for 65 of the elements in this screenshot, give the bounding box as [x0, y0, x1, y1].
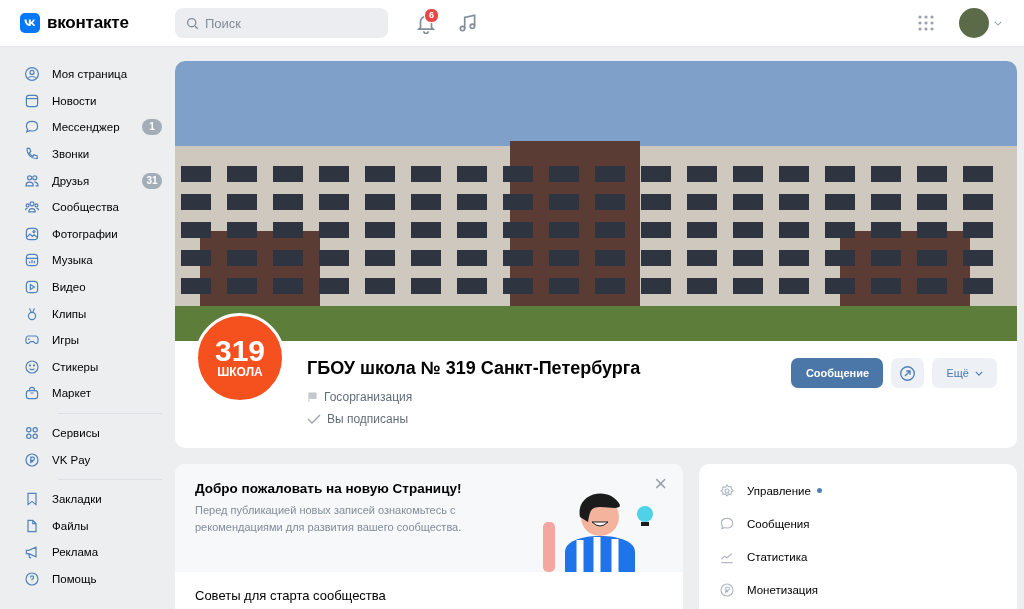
sidebar-item[interactable]: Игры — [20, 326, 166, 354]
message-button[interactable]: Сообщение — [791, 358, 884, 388]
gear-icon — [719, 482, 735, 499]
sidebar-item[interactable]: Помощь — [20, 565, 166, 593]
sidebar-item[interactable]: Моя страница — [20, 61, 166, 88]
share-button[interactable] — [891, 358, 925, 388]
play-icon — [24, 279, 40, 296]
search-field[interactable]: Поиск — [175, 8, 388, 38]
sidebar-item[interactable]: Сервисы — [20, 419, 166, 447]
community-name: ГБОУ школа № 319 Санкт-Петербурга — [307, 358, 641, 379]
search-icon — [186, 17, 199, 30]
menu-item[interactable]: Статистика — [719, 540, 997, 573]
sidebar-item[interactable]: Видео — [20, 273, 166, 301]
chevron-down-icon — [975, 370, 983, 376]
coin-icon — [719, 581, 735, 598]
sidebar-item[interactable]: Звонки — [20, 140, 166, 168]
sidebar-item[interactable]: Файлы — [20, 512, 166, 540]
sidebar-item[interactable]: Новости — [20, 87, 166, 115]
welcome-title: Добро пожаловать на новую Страницу! — [195, 481, 463, 496]
arrow-circle-icon — [899, 364, 917, 382]
sidebar-item[interactable]: Закладки — [20, 485, 166, 513]
community-avatar: 319 ШКОЛА — [195, 313, 285, 403]
user-icon — [24, 66, 40, 83]
notification-badge: 6 — [424, 8, 439, 23]
avatar[interactable] — [959, 8, 989, 38]
bookmark-icon — [24, 491, 40, 508]
coin-icon — [24, 451, 40, 468]
welcome-description: Перед публикацией новых записей ознакомьтесь с рекомендациями для развития вашего сообщества. — [195, 503, 463, 535]
help-icon — [24, 571, 40, 587]
people-icon — [24, 172, 40, 189]
sidebar-item[interactable]: VK Pay — [20, 446, 166, 473]
chevron-down-icon[interactable] — [994, 20, 1002, 26]
music-icon — [24, 252, 40, 269]
shopping-bag-icon — [24, 385, 40, 402]
chat-bubble-icon — [24, 119, 40, 136]
sidebar-item[interactable]: Фотографии — [20, 220, 166, 248]
sidebar-item[interactable]: Музыка — [20, 247, 166, 274]
grid-icon — [24, 425, 40, 441]
sidebar-item[interactable]: Сообщества — [20, 193, 166, 221]
subscription-status[interactable]: Вы подписаны — [327, 412, 408, 426]
count-badge: 1 — [142, 119, 162, 136]
more-button[interactable]: Ещё — [932, 358, 997, 388]
megaphone-icon — [24, 544, 40, 561]
tips-heading: Советы для старта сообщества — [194, 587, 387, 605]
sidebar-item[interactable]: Друзья 31 — [20, 167, 166, 194]
count-badge: 31 — [142, 172, 162, 189]
sidebar-item[interactable]: Мессенджер 1 — [20, 114, 166, 141]
sidebar-item[interactable]: Клипы — [20, 300, 166, 327]
menu-item[interactable]: Монетизация — [719, 573, 997, 606]
newspaper-icon — [24, 92, 40, 109]
chat-bubble-icon — [719, 515, 735, 532]
logo-text[interactable]: вконтакте — [47, 13, 129, 33]
file-icon — [24, 517, 40, 534]
check-icon — [307, 414, 321, 424]
logo-icon[interactable] — [20, 13, 40, 33]
menu-item[interactable]: Сообщения — [719, 507, 997, 540]
community-category: Госорганизация — [324, 390, 413, 404]
sidebar-item[interactable]: Стикеры — [20, 353, 166, 381]
image-icon — [24, 225, 40, 242]
apps-grid-icon[interactable] — [917, 14, 935, 32]
sidebar-item[interactable]: Маркет — [20, 380, 166, 407]
flag-icon — [307, 391, 318, 403]
sidebar-item[interactable]: Реклама — [20, 539, 166, 566]
menu-item[interactable]: Управление — [719, 474, 997, 507]
smiley-icon — [24, 358, 40, 375]
